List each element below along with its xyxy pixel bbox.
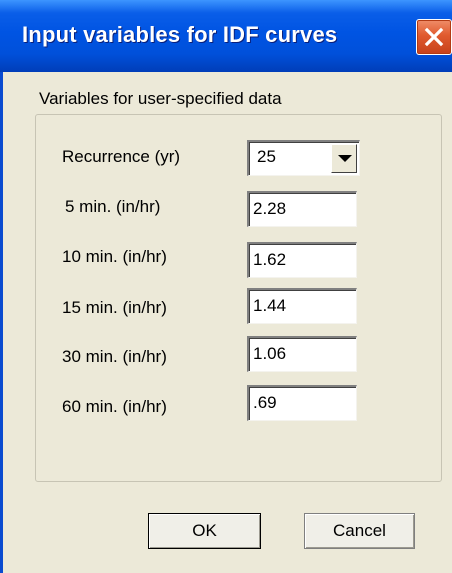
- close-icon: [424, 27, 444, 47]
- input-5min[interactable]: 2.28: [247, 191, 357, 227]
- input-15min[interactable]: 1.44: [247, 288, 357, 324]
- row-label-5min: 5 min. (in/hr): [65, 197, 161, 216]
- close-button[interactable]: [416, 19, 452, 55]
- recurrence-label: Recurrence (yr): [62, 147, 181, 166]
- recurrence-select-value: 25: [257, 147, 276, 166]
- row-label-15min: 15 min. (in/hr): [62, 298, 167, 317]
- title-bar[interactable]: Input variables for IDF curves: [0, 0, 452, 72]
- input-10min[interactable]: 1.62: [247, 242, 357, 278]
- groupbox-label: Variables for user-specified data: [37, 89, 284, 109]
- recurrence-select[interactable]: 25: [247, 140, 360, 176]
- cancel-button[interactable]: Cancel: [304, 513, 415, 549]
- input-30min[interactable]: 1.06: [247, 336, 357, 372]
- dropdown-button[interactable]: [331, 144, 357, 173]
- chevron-down-icon: [338, 155, 352, 162]
- window-title: Input variables for IDF curves: [22, 22, 338, 47]
- row-label-60min: 60 min. (in/hr): [62, 397, 167, 416]
- row-label-30min: 30 min. (in/hr): [62, 347, 167, 366]
- row-label-10min: 10 min. (in/hr): [62, 247, 167, 266]
- ok-button[interactable]: OK: [148, 513, 261, 549]
- input-60min[interactable]: .69: [247, 385, 357, 421]
- window-frame-left: [0, 72, 3, 573]
- dialog-window: Input variables for IDF curves Variables…: [0, 0, 452, 573]
